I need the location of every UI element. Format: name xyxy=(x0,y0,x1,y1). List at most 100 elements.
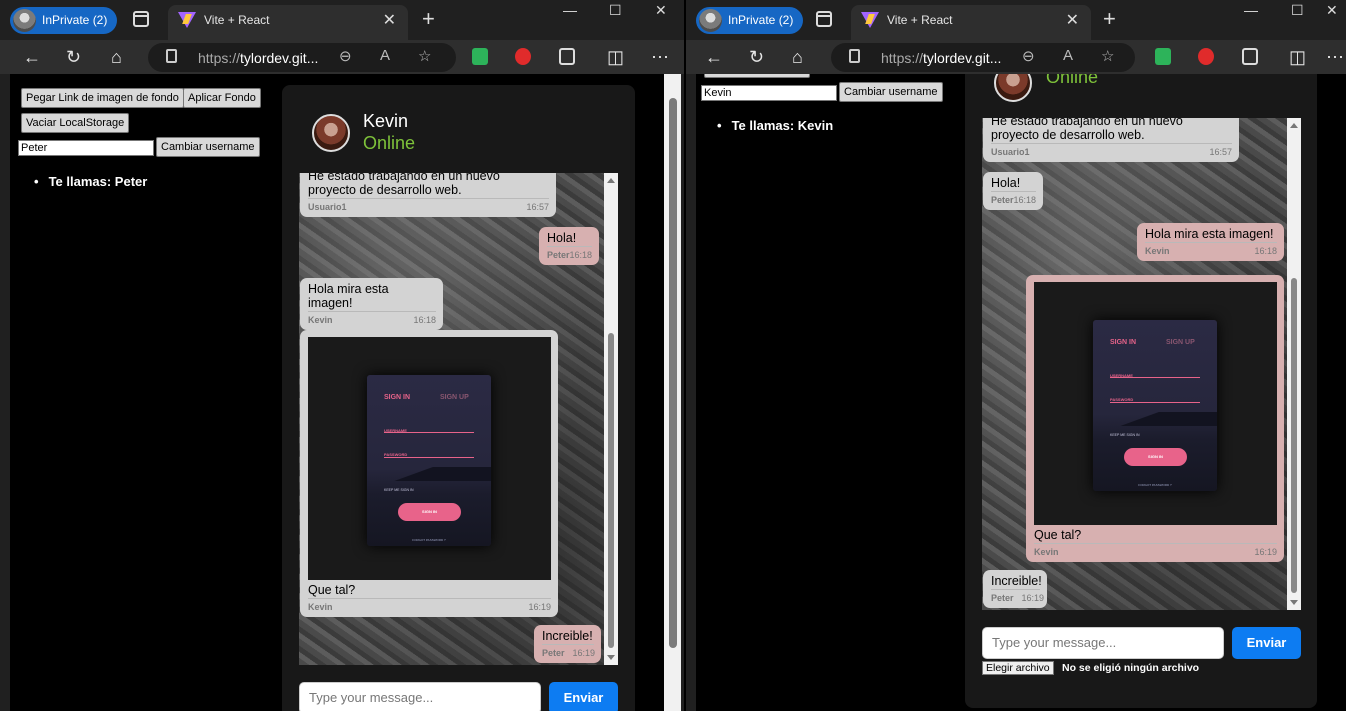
chat-panel: Online He estado trabajando en un nuevo … xyxy=(965,74,1317,708)
clear-storage-button[interactable]: Vaciar LocalStorage xyxy=(21,113,130,133)
back-icon[interactable]: ← xyxy=(705,45,723,69)
message-sender: Kevin xyxy=(1034,547,1059,557)
reload-icon[interactable]: ↻ xyxy=(749,45,764,69)
inprivate-button[interactable]: InPrivate (2) xyxy=(10,7,118,34)
message-bubble: Hola! Peter 16:18 xyxy=(983,172,1044,210)
minimize-icon[interactable]: — xyxy=(1244,2,1258,18)
message-text: Increible! xyxy=(542,629,593,643)
message-time: 16:19 xyxy=(528,602,551,612)
img-password: PASSWORD xyxy=(1110,397,1134,402)
message-input[interactable]: Type your message... xyxy=(299,682,541,711)
inprivate-label: InPrivate (2) xyxy=(728,13,794,27)
browser-window-left: InPrivate (2) Vite + React ✕ + — ☐ ✕ ← ↻… xyxy=(0,0,684,711)
img-sign-in: SIGN IN xyxy=(384,394,411,401)
tab-actions-icon[interactable] xyxy=(133,11,149,27)
inprivate-button[interactable]: InPrivate (2) xyxy=(696,7,804,34)
close-tab-icon[interactable]: ✕ xyxy=(1066,5,1079,36)
extensions-icon[interactable] xyxy=(1242,48,1258,65)
message-input[interactable]: Type your message... xyxy=(982,627,1224,659)
tab-vite-react[interactable]: Vite + React ✕ xyxy=(851,5,1091,40)
stop-extension-icon[interactable] xyxy=(1198,48,1214,65)
paste-bg-button[interactable]: Pegar Link de imagen de fondo xyxy=(21,88,184,108)
more-icon[interactable]: ⋯ xyxy=(1326,45,1344,69)
reload-icon[interactable]: ↻ xyxy=(66,45,81,69)
tab-title: Vite + React xyxy=(204,13,270,27)
zoom-icon[interactable]: ⊖ xyxy=(1022,47,1035,65)
address-bar[interactable]: https://tylordev.git... ⊖ A ☆ xyxy=(148,43,456,72)
shared-image[interactable]: SIGN IN SIGN UP USERNAME PASSWORD KEEP M… xyxy=(1034,282,1277,525)
message-bubble: He estado trabajando en un nuevo proyect… xyxy=(983,118,1239,162)
scroll-down-icon[interactable] xyxy=(1290,600,1298,605)
lock-icon xyxy=(166,49,177,63)
page-scrollbar[interactable] xyxy=(664,74,681,711)
message-time: 16:18 xyxy=(413,315,436,325)
image-message: SIGN IN SIGN UP USERNAME PASSWORD KEEP M… xyxy=(300,330,558,617)
chat-scrollbar[interactable] xyxy=(1287,118,1301,610)
maximize-icon[interactable]: ☐ xyxy=(1291,2,1304,19)
scroll-down-icon[interactable] xyxy=(607,655,615,660)
page-viewport: Pegar Link de imagen de fondo Aplicar Fo… xyxy=(10,74,664,711)
profile-avatar-icon xyxy=(699,9,722,32)
username-input[interactable]: Peter xyxy=(18,140,154,156)
page-scroll-thumb[interactable] xyxy=(669,98,677,648)
shared-image[interactable]: SIGN IN SIGN UP USERNAME PASSWORD KEEP M… xyxy=(308,337,551,580)
message-time: 16:57 xyxy=(526,202,549,212)
message-sender: Kevin xyxy=(308,315,333,325)
extensions-icon[interactable] xyxy=(559,48,575,65)
message-sender: Kevin xyxy=(308,602,333,612)
message-text: Hola! xyxy=(991,176,1021,190)
more-icon[interactable]: ⋯ xyxy=(651,45,669,69)
message-bubble: Increible! Peter 16:19 xyxy=(534,625,601,663)
send-button[interactable]: Enviar xyxy=(549,682,618,711)
favorite-icon[interactable]: ☆ xyxy=(418,47,431,65)
change-username-button[interactable]: Cambiar username xyxy=(156,137,260,157)
img-keep: KEEP ME SIGN IN xyxy=(1110,433,1140,437)
shield-extension-icon[interactable] xyxy=(472,48,488,65)
message-time: 16:19 xyxy=(572,648,596,658)
back-icon[interactable]: ← xyxy=(23,45,41,69)
read-aloud-icon[interactable]: A xyxy=(380,47,390,64)
choose-file-button[interactable]: Elegir archivo xyxy=(982,661,1054,675)
close-window-icon[interactable]: ✕ xyxy=(1326,2,1338,19)
shield-extension-icon[interactable] xyxy=(1155,48,1171,65)
message-time: 16:18 xyxy=(1254,246,1277,256)
stop-extension-icon[interactable] xyxy=(515,48,531,65)
new-tab-icon[interactable]: + xyxy=(422,6,435,32)
chat-scrollbar[interactable] xyxy=(604,173,618,665)
scroll-up-icon[interactable] xyxy=(607,178,615,183)
scroll-up-icon[interactable] xyxy=(1290,123,1298,128)
zoom-icon[interactable]: ⊖ xyxy=(339,47,352,65)
close-tab-icon[interactable]: ✕ xyxy=(383,5,396,36)
vite-logo-icon xyxy=(861,12,879,28)
clear-storage-button-partial[interactable] xyxy=(704,74,810,78)
message-sender: Peter xyxy=(542,648,565,658)
username-input[interactable]: Kevin xyxy=(701,85,837,101)
minimize-icon[interactable]: — xyxy=(563,2,577,18)
home-icon[interactable]: ⌂ xyxy=(111,45,122,69)
split-screen-icon[interactable]: ◫ xyxy=(1289,45,1306,69)
split-screen-icon[interactable]: ◫ xyxy=(607,45,624,69)
scroll-thumb[interactable] xyxy=(608,333,614,648)
scroll-thumb[interactable] xyxy=(1291,278,1297,593)
message-time: 16:18 xyxy=(569,250,593,260)
img-username: USERNAME xyxy=(1110,373,1133,378)
img-line xyxy=(1110,377,1200,378)
address-bar[interactable]: https://tylordev.git... ⊖ A ☆ xyxy=(831,43,1135,72)
chat-messages[interactable]: He estado trabajando en un nuevo proyect… xyxy=(982,118,1301,610)
apply-bg-button[interactable]: Aplicar Fondo xyxy=(183,88,261,108)
home-icon[interactable]: ⌂ xyxy=(792,45,803,69)
close-window-icon[interactable]: ✕ xyxy=(655,2,667,19)
tab-actions-icon[interactable] xyxy=(816,11,832,27)
read-aloud-icon[interactable]: A xyxy=(1063,47,1073,64)
message-text: Hola! xyxy=(547,231,577,245)
url-text: https://tylordev.git... xyxy=(198,50,319,66)
chat-messages[interactable]: He estado trabajando en un nuevo proyect… xyxy=(299,173,618,665)
send-button[interactable]: Enviar xyxy=(1232,627,1301,659)
tab-bar: InPrivate (2) Vite + React ✕ + — ☐ ✕ xyxy=(0,0,684,40)
favorite-icon[interactable]: ☆ xyxy=(1101,47,1114,65)
new-tab-icon[interactable]: + xyxy=(1103,6,1116,32)
tab-vite-react[interactable]: Vite + React ✕ xyxy=(168,5,408,40)
maximize-icon[interactable]: ☐ xyxy=(609,2,622,19)
change-username-button[interactable]: Cambiar username xyxy=(839,82,943,102)
profile-avatar-icon xyxy=(13,9,36,32)
